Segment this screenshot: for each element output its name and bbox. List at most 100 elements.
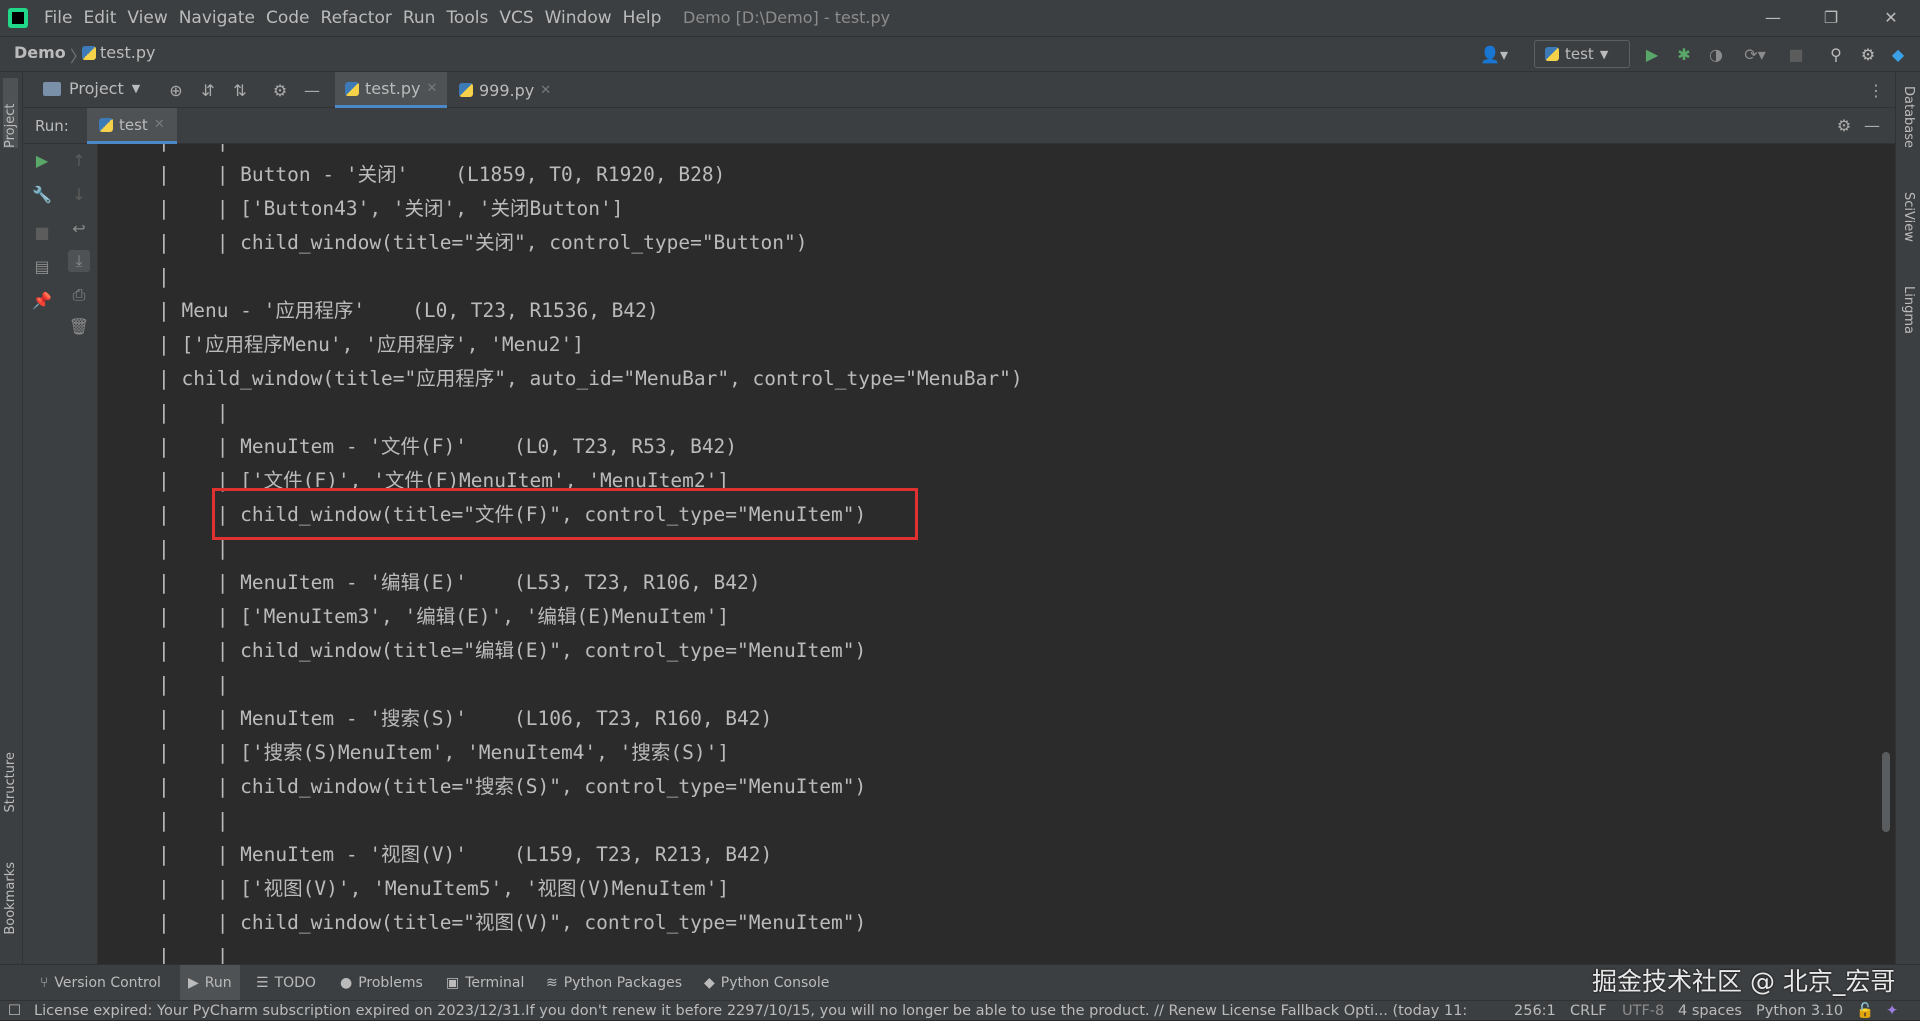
tab-python-packages[interactable]: ≋ Python Packages — [546, 965, 682, 1001]
collapse-all-icon[interactable]: ⇅ — [231, 82, 249, 100]
breadcrumb-file[interactable]: test.py — [82, 43, 155, 62]
close-tab-icon[interactable]: ✕ — [540, 83, 551, 98]
tab-test-py[interactable]: test.py ✕ — [335, 72, 448, 108]
soft-wrap-icon[interactable]: ↩ — [68, 218, 90, 240]
settings-icon[interactable]: ⚙ — [1858, 45, 1878, 65]
menu-window[interactable]: Window — [545, 8, 621, 28]
console-scrollbar[interactable] — [1882, 752, 1890, 832]
arrow-up-icon[interactable]: ↑ — [68, 150, 90, 172]
wrench-icon[interactable]: 🔧 — [31, 184, 53, 206]
debug-icon[interactable]: ✱ — [1674, 45, 1694, 65]
console-line: | | MenuItem - '搜索(S)' (L106, T23, R160,… — [158, 707, 773, 730]
menu-code[interactable]: Code — [266, 8, 319, 28]
locate-icon[interactable]: ⊕ — [167, 82, 185, 100]
user-account-icon[interactable]: 👤▾ — [1478, 45, 1510, 65]
info-icon: ● — [340, 975, 353, 991]
menu-run[interactable]: Run — [403, 8, 445, 28]
tab-version-control[interactable]: ⑂ Version Control — [40, 965, 161, 1001]
tab-999-py[interactable]: 999.py ✕ — [449, 72, 561, 108]
menu-refactor[interactable]: Refactor — [321, 8, 401, 28]
lock-icon[interactable]: 🔓 — [1856, 1001, 1874, 1021]
close-tab-icon[interactable]: ✕ — [154, 117, 165, 132]
expand-all-icon[interactable]: ⇵ — [199, 82, 217, 100]
breadcrumb-project[interactable]: Demo — [14, 43, 66, 62]
tab-todo[interactable]: ☰ TODO — [256, 965, 316, 1001]
tab-python-console[interactable]: ◆ Python Console — [704, 965, 829, 1001]
chevron-down-icon: ▼ — [131, 82, 141, 95]
python-config-icon — [99, 117, 113, 132]
run-icon[interactable]: ▶ — [1642, 45, 1662, 65]
console-line: | | — [158, 809, 229, 832]
tab-problems[interactable]: ● Problems — [340, 965, 423, 1001]
tab-terminal[interactable]: ▣ Terminal — [446, 965, 524, 1001]
run-panel-label: Run: — [35, 117, 69, 135]
rerun-icon[interactable]: ▶ — [31, 150, 53, 172]
project-view-label: Project — [69, 79, 124, 98]
hide-panel-icon[interactable]: — — [1863, 117, 1881, 135]
stop-icon[interactable]: ■ — [31, 222, 53, 244]
tab-label: 999.py — [479, 80, 535, 100]
coverage-icon[interactable]: ◑ — [1706, 45, 1726, 65]
run-panel-header: Run: test ✕ ⚙ — — [23, 108, 1895, 144]
left-tool-stripe: Project Structure Bookmarks — [0, 72, 23, 964]
menu-vcs[interactable]: VCS — [499, 8, 542, 28]
run-icon: ▶ — [188, 975, 199, 991]
status-interpreter[interactable]: Python 3.10 — [1756, 1001, 1843, 1021]
tool-window-database[interactable]: Database — [1901, 86, 1916, 148]
project-view-dropdown[interactable]: Project ▼ — [43, 79, 140, 98]
menu-view[interactable]: View — [127, 8, 176, 28]
run-config-selector[interactable]: test ▼ — [1534, 40, 1630, 68]
stop-icon[interactable]: ■ — [1786, 45, 1806, 65]
layout-icon[interactable]: ▤ — [31, 256, 53, 278]
tool-window-bookmarks[interactable]: Bookmarks — [3, 862, 18, 935]
python-file-icon — [345, 81, 359, 96]
status-line-separator[interactable]: CRLF — [1570, 1001, 1607, 1021]
menu-navigate[interactable]: Navigate — [179, 8, 264, 28]
run-config-label: test — [1565, 45, 1594, 63]
menu-edit[interactable]: Edit — [83, 8, 125, 28]
plugin-icon[interactable]: ◆ — [1888, 45, 1908, 65]
pin-icon[interactable]: 📌 — [31, 290, 53, 312]
minimize-icon[interactable]: — — [1744, 0, 1802, 36]
ai-assistant-icon[interactable]: ✦ — [1886, 1001, 1898, 1021]
tab-run[interactable]: ▶ Run — [180, 965, 240, 1001]
close-tab-icon[interactable]: ✕ — [426, 81, 437, 96]
tab-label: test.py — [365, 79, 421, 98]
status-indent[interactable]: 4 spaces — [1678, 1001, 1742, 1021]
console-line: | | ['视图(V)', 'MenuItem5', '视图(V)MenuIte… — [158, 877, 730, 900]
navigation-bar: Demo 〉 test.py 👤▾ test ▼ ▶ ✱ ◑ ⟳▾ ■ ⚲ ⚙ … — [0, 36, 1920, 72]
settings-icon[interactable]: ⚙ — [1835, 117, 1853, 135]
status-message[interactable]: License expired: Your PyCharm subscripti… — [34, 1001, 1467, 1021]
menu-tools[interactable]: Tools — [446, 8, 497, 28]
bottom-tab-label: Problems — [358, 975, 423, 991]
editor-tabs-row: Project ▼ ⊕ ⇵ ⇅ ⚙ — test.py ✕ 999.py ✕ ⋮ — [23, 72, 1895, 108]
tool-window-structure[interactable]: Structure — [3, 752, 18, 812]
status-position[interactable]: 256:1 — [1514, 1001, 1556, 1021]
run-tab-test[interactable]: test ✕ — [87, 108, 177, 144]
gear-icon[interactable]: ⚙ — [271, 82, 289, 100]
bottom-tab-label: Terminal — [465, 975, 525, 991]
profile-icon[interactable]: ⟳▾ — [1738, 45, 1772, 65]
menu-help[interactable]: Help — [623, 8, 671, 28]
arrow-down-icon[interactable]: ↓ — [68, 184, 90, 206]
python-console-icon: ◆ — [704, 975, 715, 991]
more-options-icon[interactable]: ⋮ — [1867, 82, 1885, 100]
tool-window-lingma[interactable]: Lingma — [1901, 286, 1916, 334]
run-console-output[interactable]: | | | | Button - '关闭' (L1859, T0, R1920,… — [98, 144, 1880, 964]
tool-window-sciview[interactable]: SciView — [1901, 192, 1916, 242]
restore-icon[interactable]: ❐ — [1802, 0, 1860, 36]
breadcrumb-file-label: test.py — [100, 43, 156, 62]
search-icon[interactable]: ⚲ — [1826, 45, 1846, 65]
status-encoding[interactable]: UTF-8 — [1622, 1001, 1664, 1021]
console-line: | | child_window(title="视图(V)", control_… — [158, 911, 867, 934]
menu-file[interactable]: File — [44, 8, 81, 28]
console-line: | | MenuItem - '编辑(E)' (L53, T23, R106, … — [158, 571, 761, 594]
print-icon[interactable]: ⎙ — [68, 284, 90, 306]
hide-icon[interactable]: — — [303, 82, 321, 100]
close-icon[interactable]: ✕ — [1862, 0, 1920, 36]
scroll-to-end-icon[interactable]: ⤓ — [68, 250, 90, 272]
trash-icon[interactable]: 🗑 — [68, 316, 90, 338]
tool-window-project[interactable]: Project — [3, 78, 18, 148]
status-checkbox-icon[interactable]: ☐ — [8, 1001, 21, 1021]
console-line: | | child_window(title="搜索(S)", control_… — [158, 775, 867, 798]
